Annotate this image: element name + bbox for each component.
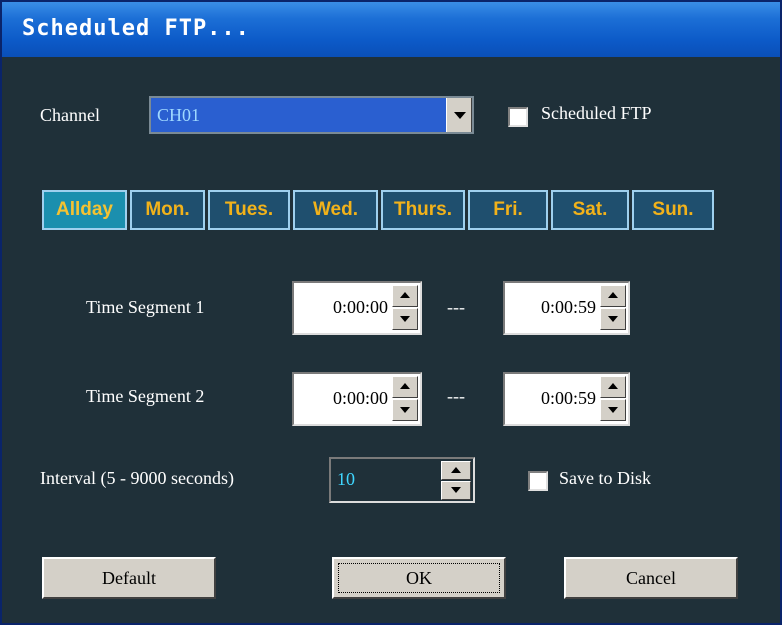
- focus-rectangle: [338, 563, 500, 593]
- segment-1-start-up-button[interactable]: [392, 285, 418, 307]
- spin-up-icon: [400, 383, 410, 389]
- channel-dropdown-button[interactable]: [446, 98, 472, 132]
- segment-1-end-down-button[interactable]: [600, 308, 626, 330]
- segment-2-end-spinner[interactable]: 0:00:59: [503, 372, 630, 426]
- spin-down-icon: [451, 487, 461, 493]
- scheduled-ftp-checkbox[interactable]: [508, 107, 528, 127]
- cancel-button-label: Cancel: [626, 567, 676, 588]
- spin-down-icon: [608, 316, 618, 322]
- chevron-down-icon: [454, 112, 466, 119]
- segment-2-start-down-button[interactable]: [392, 399, 418, 421]
- spin-down-icon: [400, 407, 410, 413]
- segment-1-start-value: 0:00:00: [332, 297, 388, 317]
- scheduled-ftp-dialog: Scheduled FTP... Channel CH01 Scheduled …: [0, 0, 782, 625]
- segment-1-end-up-button[interactable]: [600, 285, 626, 307]
- segment-1-end-value: 0:00:59: [540, 297, 596, 317]
- tab-allday[interactable]: Allday: [42, 190, 127, 230]
- tab-tues[interactable]: Tues.: [208, 190, 290, 230]
- default-button[interactable]: Default: [42, 557, 216, 599]
- interval-value: 10: [337, 469, 355, 489]
- save-to-disk-checkbox[interactable]: [528, 471, 548, 491]
- interval-up-button[interactable]: [441, 461, 471, 480]
- interval-down-button[interactable]: [441, 481, 471, 500]
- segment-2-end-down-button[interactable]: [600, 399, 626, 421]
- default-button-label: Default: [102, 567, 156, 588]
- segment-1-separator: ---: [447, 297, 465, 317]
- spin-up-icon: [400, 292, 410, 298]
- tab-sun[interactable]: Sun.: [632, 190, 714, 230]
- tab-sat[interactable]: Sat.: [551, 190, 629, 230]
- segment-2-start-value: 0:00:00: [332, 388, 388, 408]
- channel-select[interactable]: CH01: [149, 96, 474, 134]
- time-segment-1-label: Time Segment 1: [86, 297, 205, 317]
- title-bar[interactable]: Scheduled FTP...: [2, 2, 780, 57]
- segment-2-end-value: 0:00:59: [540, 388, 596, 408]
- segment-1-end-spinner[interactable]: 0:00:59: [503, 281, 630, 335]
- window-title: Scheduled FTP...: [22, 16, 250, 41]
- tab-wed[interactable]: Wed.: [293, 190, 378, 230]
- cancel-button[interactable]: Cancel: [564, 557, 738, 599]
- segment-1-start-spinner[interactable]: 0:00:00: [292, 281, 422, 335]
- spin-up-icon: [451, 467, 461, 473]
- channel-label: Channel: [40, 105, 100, 125]
- spin-up-icon: [608, 292, 618, 298]
- ok-button[interactable]: OK: [332, 557, 506, 599]
- tab-fri[interactable]: Fri.: [468, 190, 548, 230]
- spin-down-icon: [400, 316, 410, 322]
- channel-selected-value: CH01: [157, 105, 201, 125]
- segment-2-separator: ---: [447, 386, 465, 406]
- tab-thurs[interactable]: Thurs.: [381, 190, 465, 230]
- day-tabs: Allday Mon. Tues. Wed. Thurs. Fri. Sat. …: [42, 190, 714, 230]
- save-to-disk-label: Save to Disk: [559, 468, 651, 488]
- spin-down-icon: [608, 407, 618, 413]
- interval-label: Interval (5 - 9000 seconds): [40, 468, 234, 488]
- time-segment-2-label: Time Segment 2: [86, 386, 205, 406]
- segment-2-end-up-button[interactable]: [600, 376, 626, 398]
- interval-spinner[interactable]: 10: [329, 457, 475, 503]
- spin-up-icon: [608, 383, 618, 389]
- segment-2-start-up-button[interactable]: [392, 376, 418, 398]
- segment-2-start-spinner[interactable]: 0:00:00: [292, 372, 422, 426]
- scheduled-ftp-label: Scheduled FTP: [541, 103, 652, 123]
- tab-mon[interactable]: Mon.: [130, 190, 205, 230]
- segment-1-start-down-button[interactable]: [392, 308, 418, 330]
